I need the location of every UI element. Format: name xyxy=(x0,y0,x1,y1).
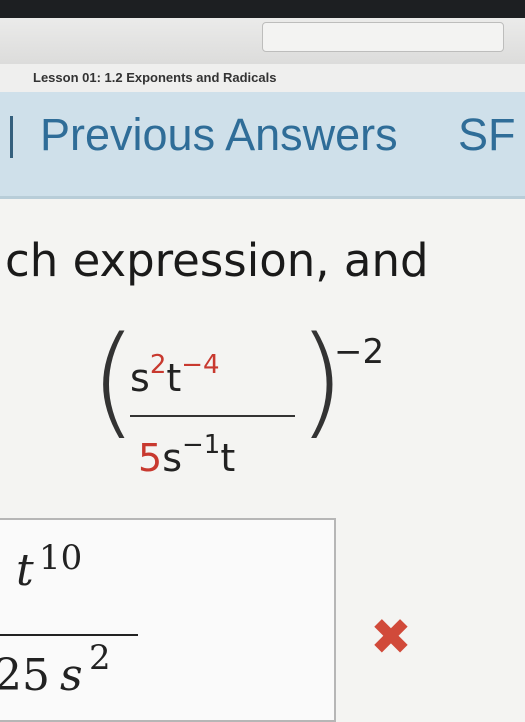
outer-exponent: −2 xyxy=(334,332,385,372)
den-exp-neg1: −1 xyxy=(182,430,221,460)
lesson-header: Lesson 01: 1.2 Exponents and Radicals xyxy=(0,64,525,93)
tab-separator xyxy=(10,116,13,158)
answer-numerator-var: t xyxy=(16,545,34,596)
answer-denominator-coef: 25 xyxy=(0,650,50,701)
den-base-s: s xyxy=(162,436,182,480)
answer-denominator-exp: 2 xyxy=(89,638,111,678)
num-base-t: t xyxy=(166,356,182,400)
next-tab-link[interactable]: SF xyxy=(458,109,516,161)
expression-numerator: s2t−4 xyxy=(130,350,220,400)
address-bar[interactable] xyxy=(262,22,504,52)
previous-answers-link[interactable]: Previous Answers xyxy=(40,109,398,161)
answer-denominator-var: s xyxy=(60,650,83,701)
incorrect-x-icon: ✖ xyxy=(370,608,412,666)
lesson-title: Lesson 01: 1.2 Exponents and Radicals xyxy=(33,70,277,85)
num-exp-2: 2 xyxy=(149,350,167,380)
answer-numerator-exp: 10 xyxy=(39,538,83,578)
den-coefficient: 5 xyxy=(138,436,163,480)
num-exp-neg4: −4 xyxy=(181,350,220,380)
answer-fraction-bar xyxy=(0,634,138,636)
expression-denominator: 5s−1t xyxy=(138,430,235,480)
den-base-t: t xyxy=(220,436,236,480)
fraction-bar xyxy=(130,415,295,417)
question-instruction: ch expression, and xyxy=(5,234,429,287)
num-base-s: s xyxy=(130,356,150,400)
screen-bezel xyxy=(0,0,525,18)
browser-toolbar xyxy=(0,18,525,65)
